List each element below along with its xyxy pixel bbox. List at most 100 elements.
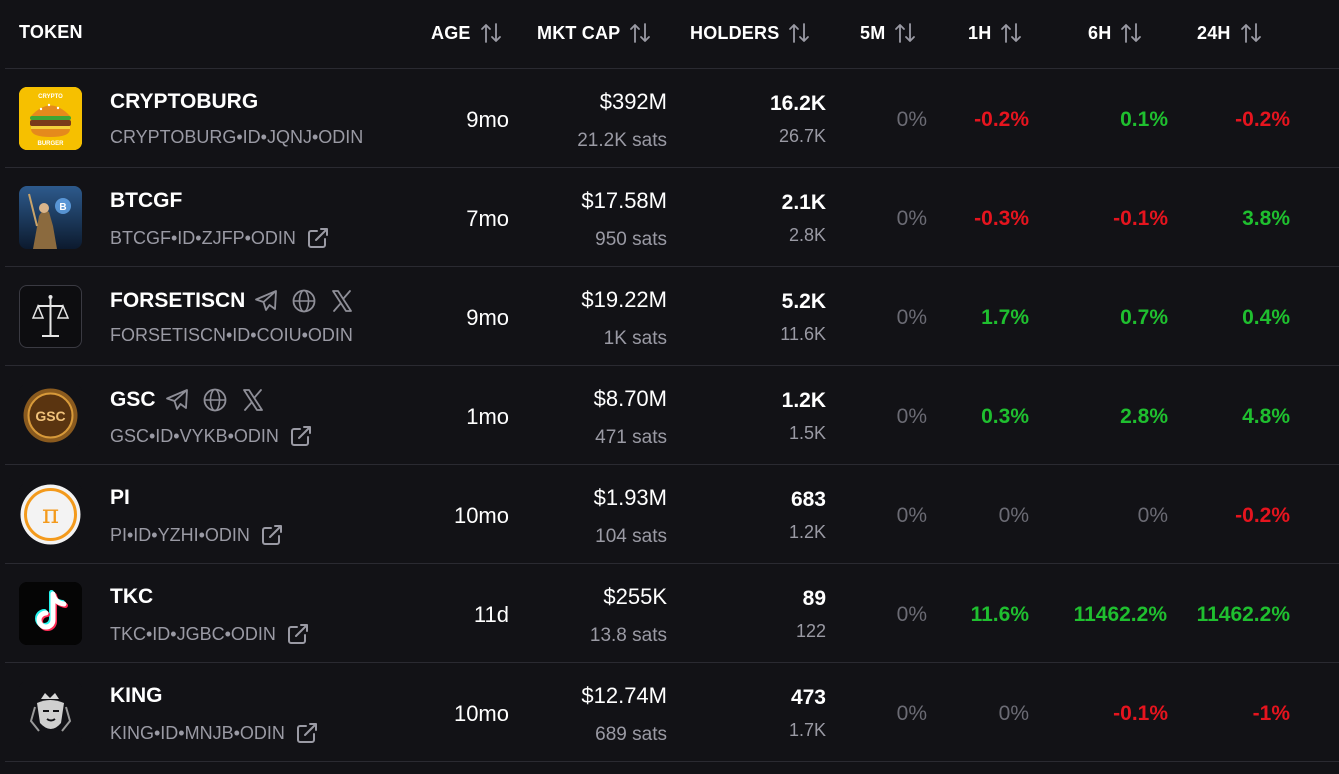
change-24h: -0.2% <box>1235 108 1290 131</box>
x-twitter-icon[interactable] <box>329 288 355 314</box>
table-row[interactable]: B BTCGF BTCGF•ID•ZJFP•ODIN 7mo $17.58M 9… <box>5 168 1339 267</box>
token-logo-btcgf: B <box>19 186 82 249</box>
token-id: TKC•ID•JGBC•ODIN <box>110 622 310 646</box>
change-1h: 1.7% <box>981 306 1029 329</box>
external-link-icon[interactable] <box>306 226 330 250</box>
col-1h-header[interactable]: 1H <box>968 22 1023 44</box>
col-24h-header[interactable]: 24H <box>1197 22 1263 44</box>
token-name-text: KING <box>110 684 163 707</box>
change-24h: -1% <box>1252 702 1290 725</box>
sort-icon[interactable] <box>893 22 917 44</box>
change-5m: 0% <box>896 306 927 329</box>
holders-secondary: 1.7K <box>788 720 826 740</box>
lion-king-icon <box>19 681 82 744</box>
token-id: GSC•ID•VYKB•ODIN <box>110 424 313 448</box>
holders-value: 89 <box>802 587 826 610</box>
table-row[interactable]: GSC GSC GSC•ID•VYKB•ODIN 1mo $8.70M 471 … <box>5 366 1339 465</box>
tiktok-icon <box>19 582 82 645</box>
change-24h: -0.2% <box>1235 504 1290 527</box>
token-name-text: BTCGF <box>110 189 183 212</box>
token-logo-gsc: GSC <box>19 384 82 447</box>
change-6h: 0% <box>1137 504 1168 527</box>
pi-logo-text: π <box>42 500 59 530</box>
token-id-text: TKC•ID•JGBC•ODIN <box>110 623 276 644</box>
change-1h: 0% <box>998 702 1029 725</box>
col-mktcap-header[interactable]: MKT CAP <box>537 22 652 44</box>
coin-logo-text: GSC <box>35 408 65 424</box>
holders-secondary: 122 <box>795 621 826 641</box>
external-link-icon[interactable] <box>260 523 284 547</box>
token-name[interactable]: CRYPTOBURG <box>110 90 258 114</box>
sort-icon[interactable] <box>1119 22 1143 44</box>
table-row[interactable]: KING KING•ID•MNJB•ODIN 10mo $12.74M 689 … <box>5 663 1339 762</box>
token-name-text: TKC <box>110 585 154 608</box>
token-name[interactable]: BTCGF <box>110 189 182 213</box>
sort-icon[interactable] <box>628 22 652 44</box>
price-sats: 950 sats <box>595 229 667 250</box>
col-holders-label: HOLDERS <box>690 22 780 43</box>
token-logo-forsetiscn <box>19 285 82 348</box>
col-token-header[interactable]: TOKEN <box>19 22 83 43</box>
pi-coin-icon: π <box>19 483 82 546</box>
holders-value: 1.2K <box>781 389 826 412</box>
token-id: FORSETISCN•ID•COIU•ODIN <box>110 325 353 346</box>
sort-icon[interactable] <box>1239 22 1263 44</box>
col-holders-header[interactable]: HOLDERS <box>690 22 811 44</box>
holders-value: 473 <box>790 686 826 709</box>
change-5m: 0% <box>896 405 927 428</box>
token-id: BTCGF•ID•ZJFP•ODIN <box>110 226 330 250</box>
table-row[interactable]: FORSETISCN FORSETISCN•ID•COIU•ODIN 9mo $… <box>5 267 1339 366</box>
external-link-icon[interactable] <box>286 622 310 646</box>
change-24h: 11462.2% <box>1196 603 1290 626</box>
x-twitter-icon[interactable] <box>240 387 266 413</box>
globe-icon[interactable] <box>291 288 317 314</box>
token-logo-pi: π <box>19 483 82 546</box>
table-row[interactable]: CRYPTO BURGER CRYPTOBURG CRYPTOBURG•ID•J… <box>5 69 1339 168</box>
col-6h-header[interactable]: 6H <box>1088 22 1143 44</box>
telegram-icon[interactable] <box>164 387 190 413</box>
external-link-icon[interactable] <box>295 721 319 745</box>
svg-text:CRYPTO: CRYPTO <box>38 94 63 100</box>
globe-icon[interactable] <box>202 387 228 413</box>
token-name[interactable]: PI <box>110 486 130 510</box>
token-name[interactable]: FORSETISCN <box>110 288 355 314</box>
sort-icon[interactable] <box>787 22 811 44</box>
change-1h: -0.3% <box>974 207 1029 230</box>
age-value: 9mo <box>466 305 509 330</box>
token-id-text: PI•ID•YZHI•ODIN <box>110 524 250 545</box>
col-1h-label: 1H <box>968 22 992 43</box>
table-row[interactable]: π PI PI•ID•YZHI•ODIN 10mo $1.93M 104 sat… <box>5 465 1339 564</box>
holders-value: 2.1K <box>781 191 826 214</box>
telegram-icon[interactable] <box>253 288 279 314</box>
burger-icon: CRYPTO BURGER <box>19 87 82 150</box>
col-5m-label: 5M <box>860 22 886 43</box>
token-name[interactable]: GSC <box>110 387 266 413</box>
sort-icon[interactable] <box>999 22 1023 44</box>
col-5m-header[interactable]: 5M <box>860 22 917 44</box>
token-id-text: GSC•ID•VYKB•ODIN <box>110 425 279 446</box>
holders-secondary: 1.2K <box>788 522 826 542</box>
table-header: TOKEN AGE MKT CAP HOLDERS 5M 1H 6H 24H <box>5 0 1339 69</box>
token-id-text: BTCGF•ID•ZJFP•ODIN <box>110 227 296 248</box>
table-row[interactable]: TKC TKC•ID•JGBC•ODIN 11d $255K 13.8 sats… <box>5 564 1339 663</box>
col-token-label: TOKEN <box>19 22 83 42</box>
change-6h: -0.1% <box>1113 207 1168 230</box>
holders-value: 5.2K <box>781 290 826 313</box>
age-value: 9mo <box>466 107 509 132</box>
change-5m: 0% <box>896 603 927 626</box>
col-age-header[interactable]: AGE <box>431 22 503 44</box>
change-1h: 11.6% <box>970 603 1029 626</box>
col-6h-label: 6H <box>1088 22 1112 43</box>
change-6h: 11462.2% <box>1073 603 1167 626</box>
price-sats: 1K sats <box>603 328 667 349</box>
age-value: 10mo <box>453 701 509 726</box>
external-link-icon[interactable] <box>289 424 313 448</box>
token-id-text: CRYPTOBURG•ID•JQNJ•ODIN <box>110 127 364 147</box>
token-name[interactable]: TKC <box>110 585 153 609</box>
mktcap-value: $1.93M <box>593 485 667 510</box>
change-24h: 3.8% <box>1242 207 1290 230</box>
token-name[interactable]: KING <box>110 684 163 708</box>
token-name-text: FORSETISCN <box>110 289 246 312</box>
mktcap-value: $255K <box>603 584 667 609</box>
sort-icon[interactable] <box>479 22 503 44</box>
